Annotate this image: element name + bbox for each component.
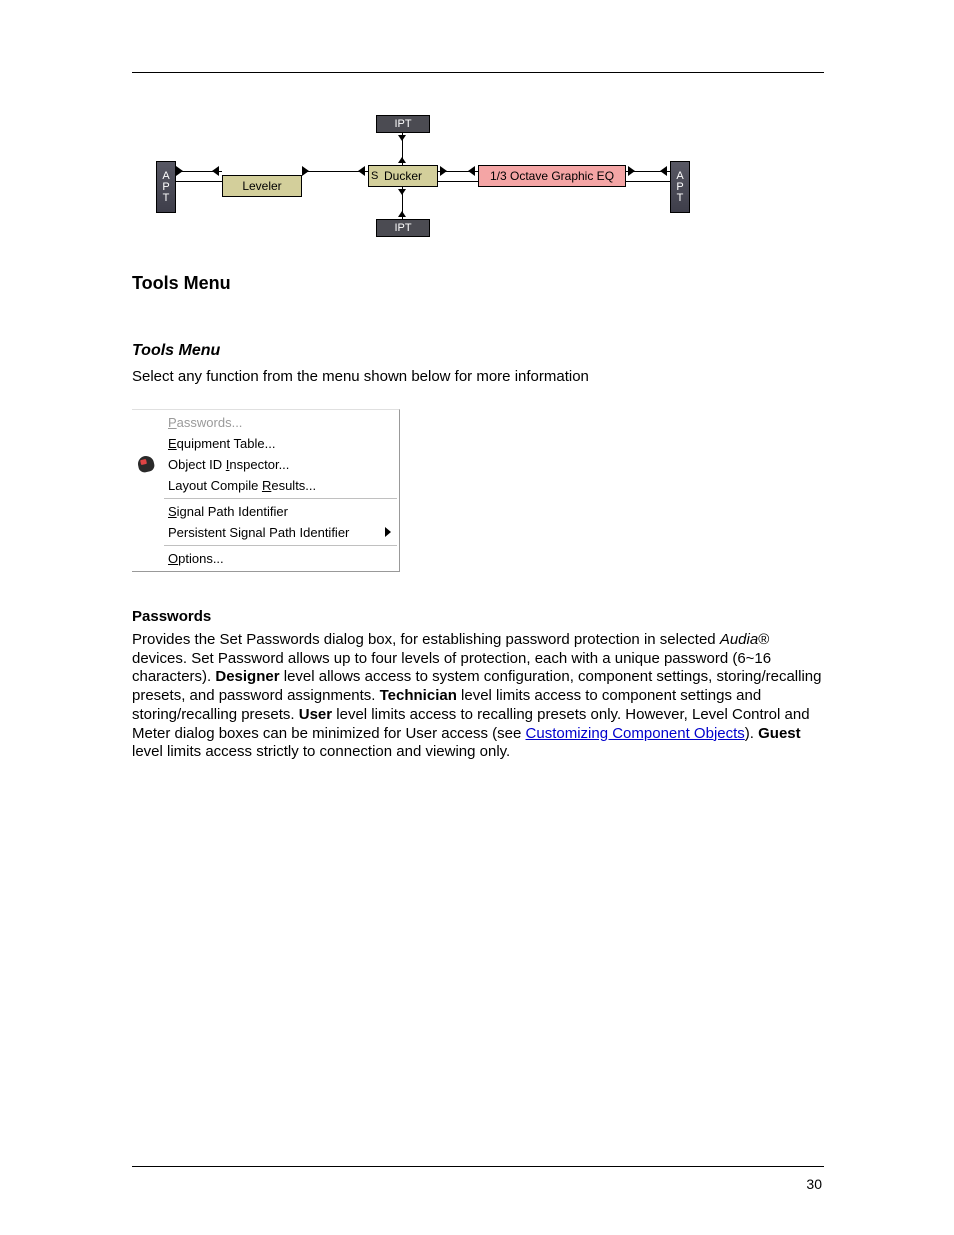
ipt-block-bottom: IPT: [376, 219, 430, 237]
inspector-icon: [137, 455, 156, 474]
underline-e: E: [168, 436, 177, 451]
intro-text: Select any function from the menu shown …: [132, 368, 824, 387]
menu-label-persistent: Persistent Signal Path Identifier: [168, 525, 349, 540]
ducker-block: S Ducker: [368, 165, 438, 187]
level-designer: Designer: [215, 668, 279, 685]
underline-s: S: [168, 504, 177, 519]
level-guest: Guest: [758, 725, 801, 742]
submenu-arrow-icon: [385, 527, 391, 537]
s-label: S: [371, 170, 378, 182]
menu-item-options[interactable]: Options...: [132, 548, 399, 569]
menu-separator: [164, 498, 397, 499]
pw-text-6: ).: [745, 725, 758, 742]
passwords-heading: Passwords: [132, 608, 824, 625]
underline-r: R: [262, 478, 271, 493]
menu-item-layout-compile-results[interactable]: Layout Compile Results...: [132, 475, 399, 496]
apt-block-left: APT: [156, 161, 176, 213]
ducker-label: Ducker: [384, 169, 422, 183]
leveler-block: Leveler: [222, 175, 302, 197]
menu-item-persistent-signal-path-identifier[interactable]: Persistent Signal Path Identifier: [132, 522, 399, 543]
tools-menu-subheading: Tools Menu: [132, 342, 824, 360]
underline-p: P: [168, 415, 177, 430]
underline-i: I: [226, 457, 230, 472]
pw-text-1: Provides the Set Passwords dialog box, f…: [132, 631, 720, 648]
customizing-components-link[interactable]: Customizing Component Objects: [526, 725, 745, 742]
underline-o: O: [168, 551, 178, 566]
brand-name: Audia: [720, 631, 758, 648]
pw-text-7: level limits access strictly to connecti…: [132, 743, 510, 760]
passwords-paragraph: Provides the Set Passwords dialog box, f…: [132, 631, 824, 762]
apt-block-right: APT: [670, 161, 690, 213]
menu-item-passwords[interactable]: Passwords...: [132, 412, 399, 433]
menu-item-signal-path-identifier[interactable]: Signal Path Identifier: [132, 501, 399, 522]
menu-separator-2: [164, 545, 397, 546]
menu-item-object-id-inspector[interactable]: Object ID Inspector...: [132, 454, 399, 475]
page-number: 30: [806, 1176, 822, 1192]
level-user: User: [299, 706, 332, 723]
tools-menu-heading: Tools Menu: [132, 273, 824, 294]
menu-item-equipment-table[interactable]: Equipment Table...: [132, 433, 399, 454]
ipt-block-top: IPT: [376, 115, 430, 133]
graphic-eq-block: 1/3 Octave Graphic EQ: [478, 165, 626, 187]
level-technician: Technician: [380, 687, 457, 704]
signal-flow-diagram: APT APT IPT IPT Leveler S Ducker 1/3 Oct…: [144, 115, 824, 245]
footer-rule: [132, 1166, 824, 1167]
tools-menu-screenshot: Passwords... Equipment Table... Object I…: [132, 409, 400, 572]
